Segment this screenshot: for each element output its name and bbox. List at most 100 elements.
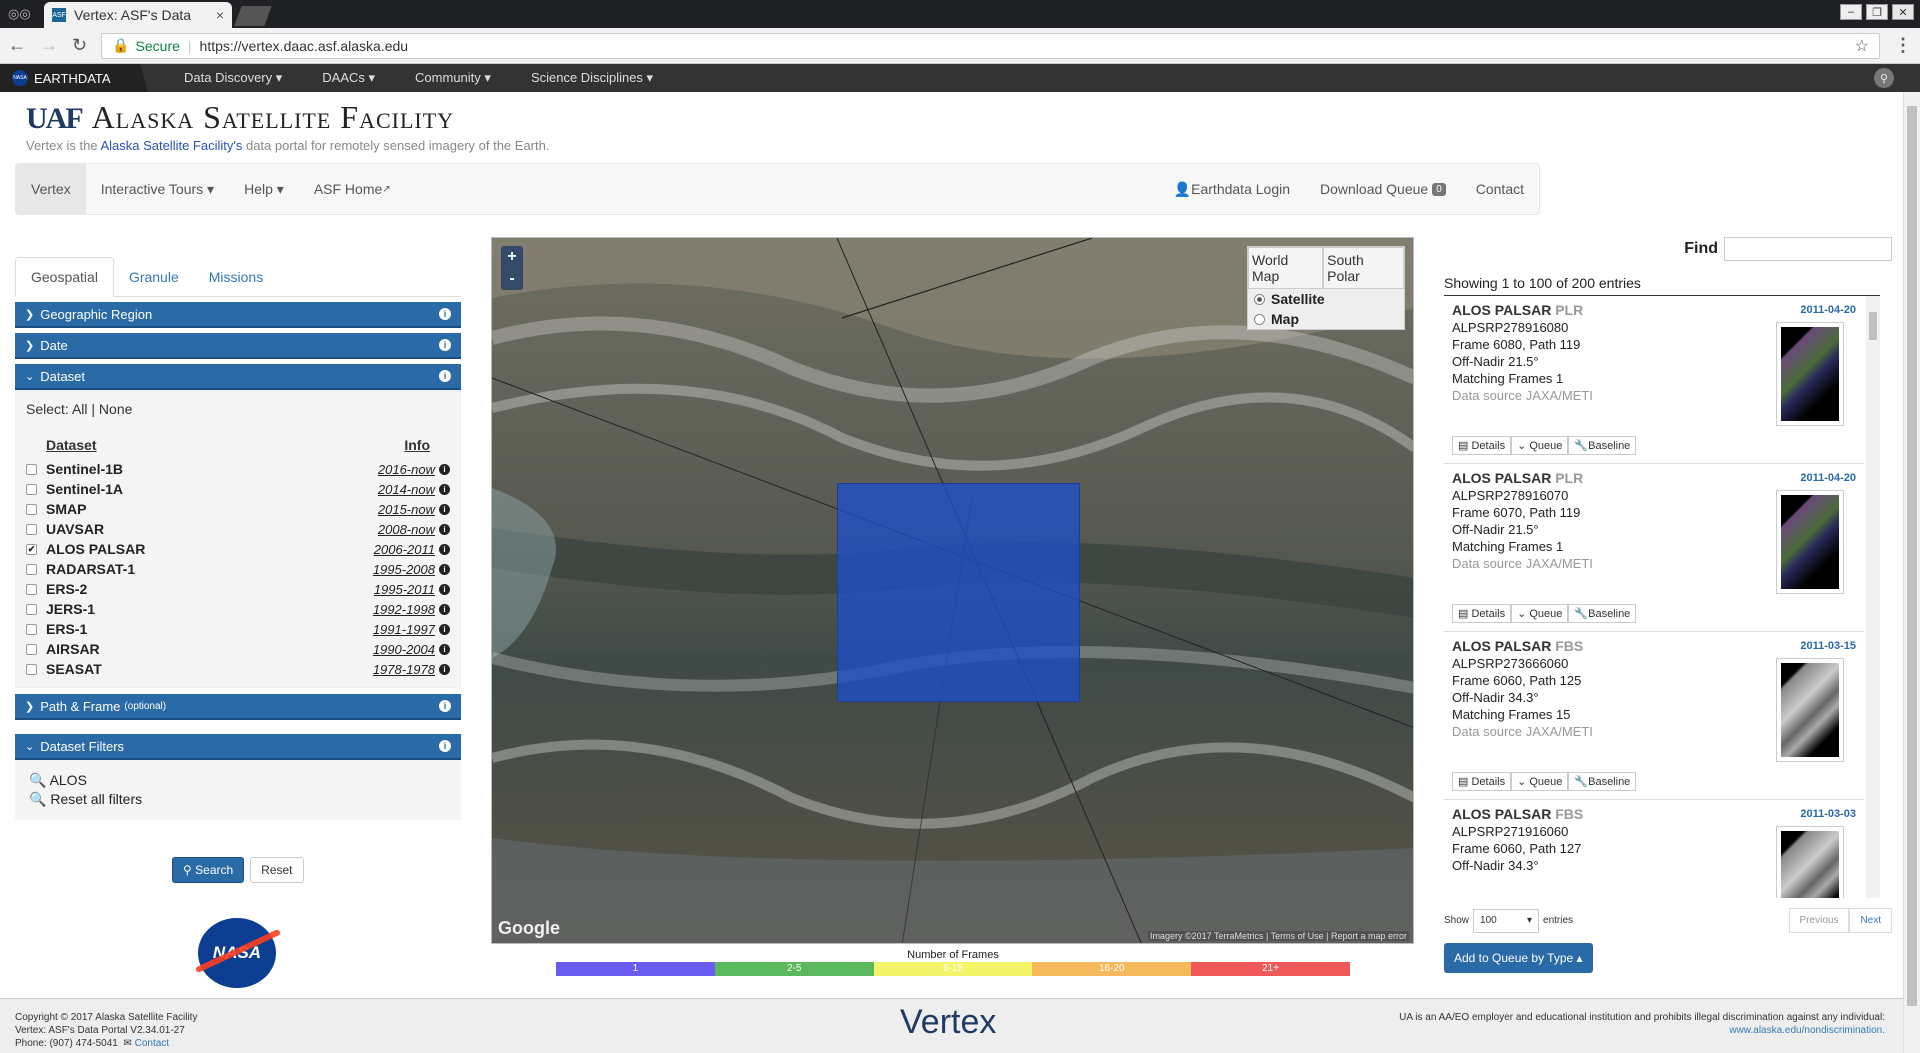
nav-help[interactable]: Help ▾ (229, 164, 299, 214)
nav-download-queue[interactable]: Download Queue 0 (1305, 164, 1461, 214)
dataset-years[interactable]: 2008-now (378, 522, 435, 537)
tab-close-icon[interactable]: × (216, 7, 224, 23)
dataset-checkbox[interactable] (26, 603, 37, 615)
queue-button[interactable]: ⌄ Queue (1511, 604, 1569, 623)
dataset-checkbox[interactable] (26, 643, 37, 655)
browser-menu-icon[interactable]: ⋮ (1894, 35, 1912, 56)
browser-tab[interactable]: ASF Vertex: ASF's Data × (44, 2, 232, 28)
tab-world-map[interactable]: World Map (1248, 247, 1324, 289)
dataset-years[interactable]: 1995-2011 (374, 582, 435, 597)
dataset-years[interactable]: 1995-2008 (373, 562, 435, 577)
info-icon[interactable]: i (439, 603, 450, 615)
dataset-years[interactable]: 1992-1998 (373, 602, 435, 617)
url-bar[interactable]: 🔒 Secure | https://vertex.daac.asf.alask… (101, 32, 1880, 59)
forward-icon[interactable]: → (40, 35, 58, 56)
info-icon[interactable]: i (439, 643, 450, 655)
page-size-select[interactable]: 100 ▾ (1473, 908, 1540, 933)
tab-granule[interactable]: Granule (114, 257, 194, 296)
baseline-button[interactable]: 🔧Baseline (1568, 772, 1637, 791)
map-attribution[interactable]: Imagery ©2017 TerraMetrics | Terms of Us… (1147, 931, 1409, 941)
map-view[interactable]: + - World Map South Polar Satellite Map … (491, 237, 1414, 944)
dataset-name[interactable]: ERS-2 (46, 581, 87, 597)
nav-vertex[interactable]: Vertex (16, 164, 86, 214)
dataset-checkbox[interactable] (26, 663, 37, 675)
info-icon[interactable]: i (439, 563, 450, 575)
search-button[interactable]: ⚲ Search (172, 857, 245, 883)
dataset-name[interactable]: UAVSAR (46, 521, 104, 537)
info-icon[interactable]: i (439, 463, 450, 475)
section-dataset-filters[interactable]: ⌄ Dataset Filters i (15, 734, 461, 760)
details-button[interactable]: ▤ Details (1452, 604, 1512, 623)
info-icon[interactable]: i (439, 663, 450, 675)
section-dataset[interactable]: ⌄ Dataset i (15, 364, 461, 390)
dataset-years[interactable]: 2014-now (378, 482, 435, 497)
info-icon[interactable]: i (439, 483, 450, 495)
dataset-years[interactable]: 2006-2011 (374, 542, 435, 557)
section-geographic-region[interactable]: ❯ Geographic Region i (15, 302, 461, 328)
dataset-checkbox[interactable] (26, 523, 37, 535)
select-all-link[interactable]: All (72, 401, 88, 417)
next-button[interactable]: Next (1849, 908, 1892, 933)
earthdata-menu-community[interactable]: Community ▾ (415, 70, 491, 86)
dataset-name[interactable]: ERS-1 (46, 621, 87, 637)
nasa-logo[interactable]: NASA (198, 918, 276, 988)
info-icon[interactable]: i (439, 308, 451, 320)
info-icon[interactable]: i (439, 700, 451, 712)
option-satellite[interactable]: Satellite (1248, 289, 1404, 309)
info-icon[interactable]: i (439, 740, 451, 752)
baseline-button[interactable]: 🔧Baseline (1568, 436, 1637, 455)
earthdata-search-icon[interactable]: ⚲ (1874, 68, 1894, 88)
dataset-name[interactable]: JERS-1 (46, 601, 95, 617)
tab-geospatial[interactable]: Geospatial (15, 257, 114, 297)
details-button[interactable]: ▤ Details (1452, 436, 1512, 455)
dataset-name[interactable]: AIRSAR (46, 641, 100, 657)
dataset-years[interactable]: 1991-1997 (373, 622, 435, 637)
dataset-checkbox[interactable] (26, 563, 37, 575)
dataset-name[interactable]: ALOS PALSAR (46, 541, 145, 557)
earthdata-logo[interactable]: NASA EARTHDATA (0, 64, 148, 92)
dataset-name[interactable]: Sentinel-1B (46, 461, 123, 477)
results-scrollbar[interactable] (1866, 296, 1880, 898)
info-icon[interactable]: i (439, 523, 450, 535)
result-thumbnail[interactable] (1776, 322, 1844, 426)
reload-icon[interactable]: ↻ (72, 35, 87, 56)
option-map[interactable]: Map (1248, 309, 1404, 329)
minimize-icon[interactable]: ‒ (1840, 4, 1862, 20)
dataset-name[interactable]: SEASAT (46, 661, 102, 677)
result-thumbnail[interactable] (1776, 826, 1844, 898)
info-icon[interactable]: i (439, 623, 450, 635)
col-info[interactable]: Info (404, 437, 430, 453)
info-icon[interactable]: i (439, 503, 450, 515)
tab-missions[interactable]: Missions (194, 257, 278, 296)
earthdata-menu-data-discovery[interactable]: Data Discovery ▾ (184, 70, 282, 86)
nav-contact[interactable]: Contact (1461, 164, 1539, 214)
dataset-checkbox[interactable] (26, 483, 37, 495)
find-input[interactable] (1724, 237, 1892, 261)
nav-earthdata-login[interactable]: 👤 Earthdata Login (1159, 164, 1305, 214)
details-button[interactable]: ▤ Details (1452, 772, 1512, 791)
dataset-years[interactable]: 1978-1978 (373, 662, 435, 677)
dataset-checkbox[interactable] (26, 503, 37, 515)
dataset-years[interactable]: 2015-now (378, 502, 435, 517)
dataset-years[interactable]: 2016-now (378, 462, 435, 477)
dataset-name[interactable]: RADARSAT-1 (46, 561, 135, 577)
dataset-years[interactable]: 1990-2004 (373, 642, 435, 657)
nav-interactive-tours[interactable]: Interactive Tours ▾ (86, 164, 229, 214)
zoom-out-button[interactable]: - (501, 268, 523, 290)
result-card[interactable]: ALOS PALSAR PLR 2011-04-20 ALPSRP278916070… (1444, 464, 1864, 632)
dataset-checkbox[interactable] (26, 463, 37, 475)
section-date[interactable]: ❯ Date i (15, 333, 461, 359)
page-scrollbar-thumb[interactable] (1907, 106, 1917, 1006)
dataset-name[interactable]: Sentinel-1A (46, 481, 123, 497)
result-thumbnail[interactable] (1776, 658, 1844, 762)
reset-button[interactable]: Reset (250, 857, 304, 883)
baseline-button[interactable]: 🔧Baseline (1568, 604, 1637, 623)
page-scrollbar[interactable] (1903, 92, 1920, 1053)
queue-button[interactable]: ⌄ Queue (1511, 772, 1569, 791)
back-icon[interactable]: ← (8, 35, 26, 56)
result-card[interactable]: ALOS PALSAR FBS 2011-03-15 ALPSRP273666060… (1444, 632, 1864, 800)
earthdata-menu-daacs[interactable]: DAACs ▾ (322, 70, 375, 86)
asf-link[interactable]: Alaska Satellite Facility's (100, 138, 242, 153)
search-area-footprint[interactable] (837, 483, 1080, 702)
col-dataset[interactable]: Dataset (46, 437, 97, 453)
